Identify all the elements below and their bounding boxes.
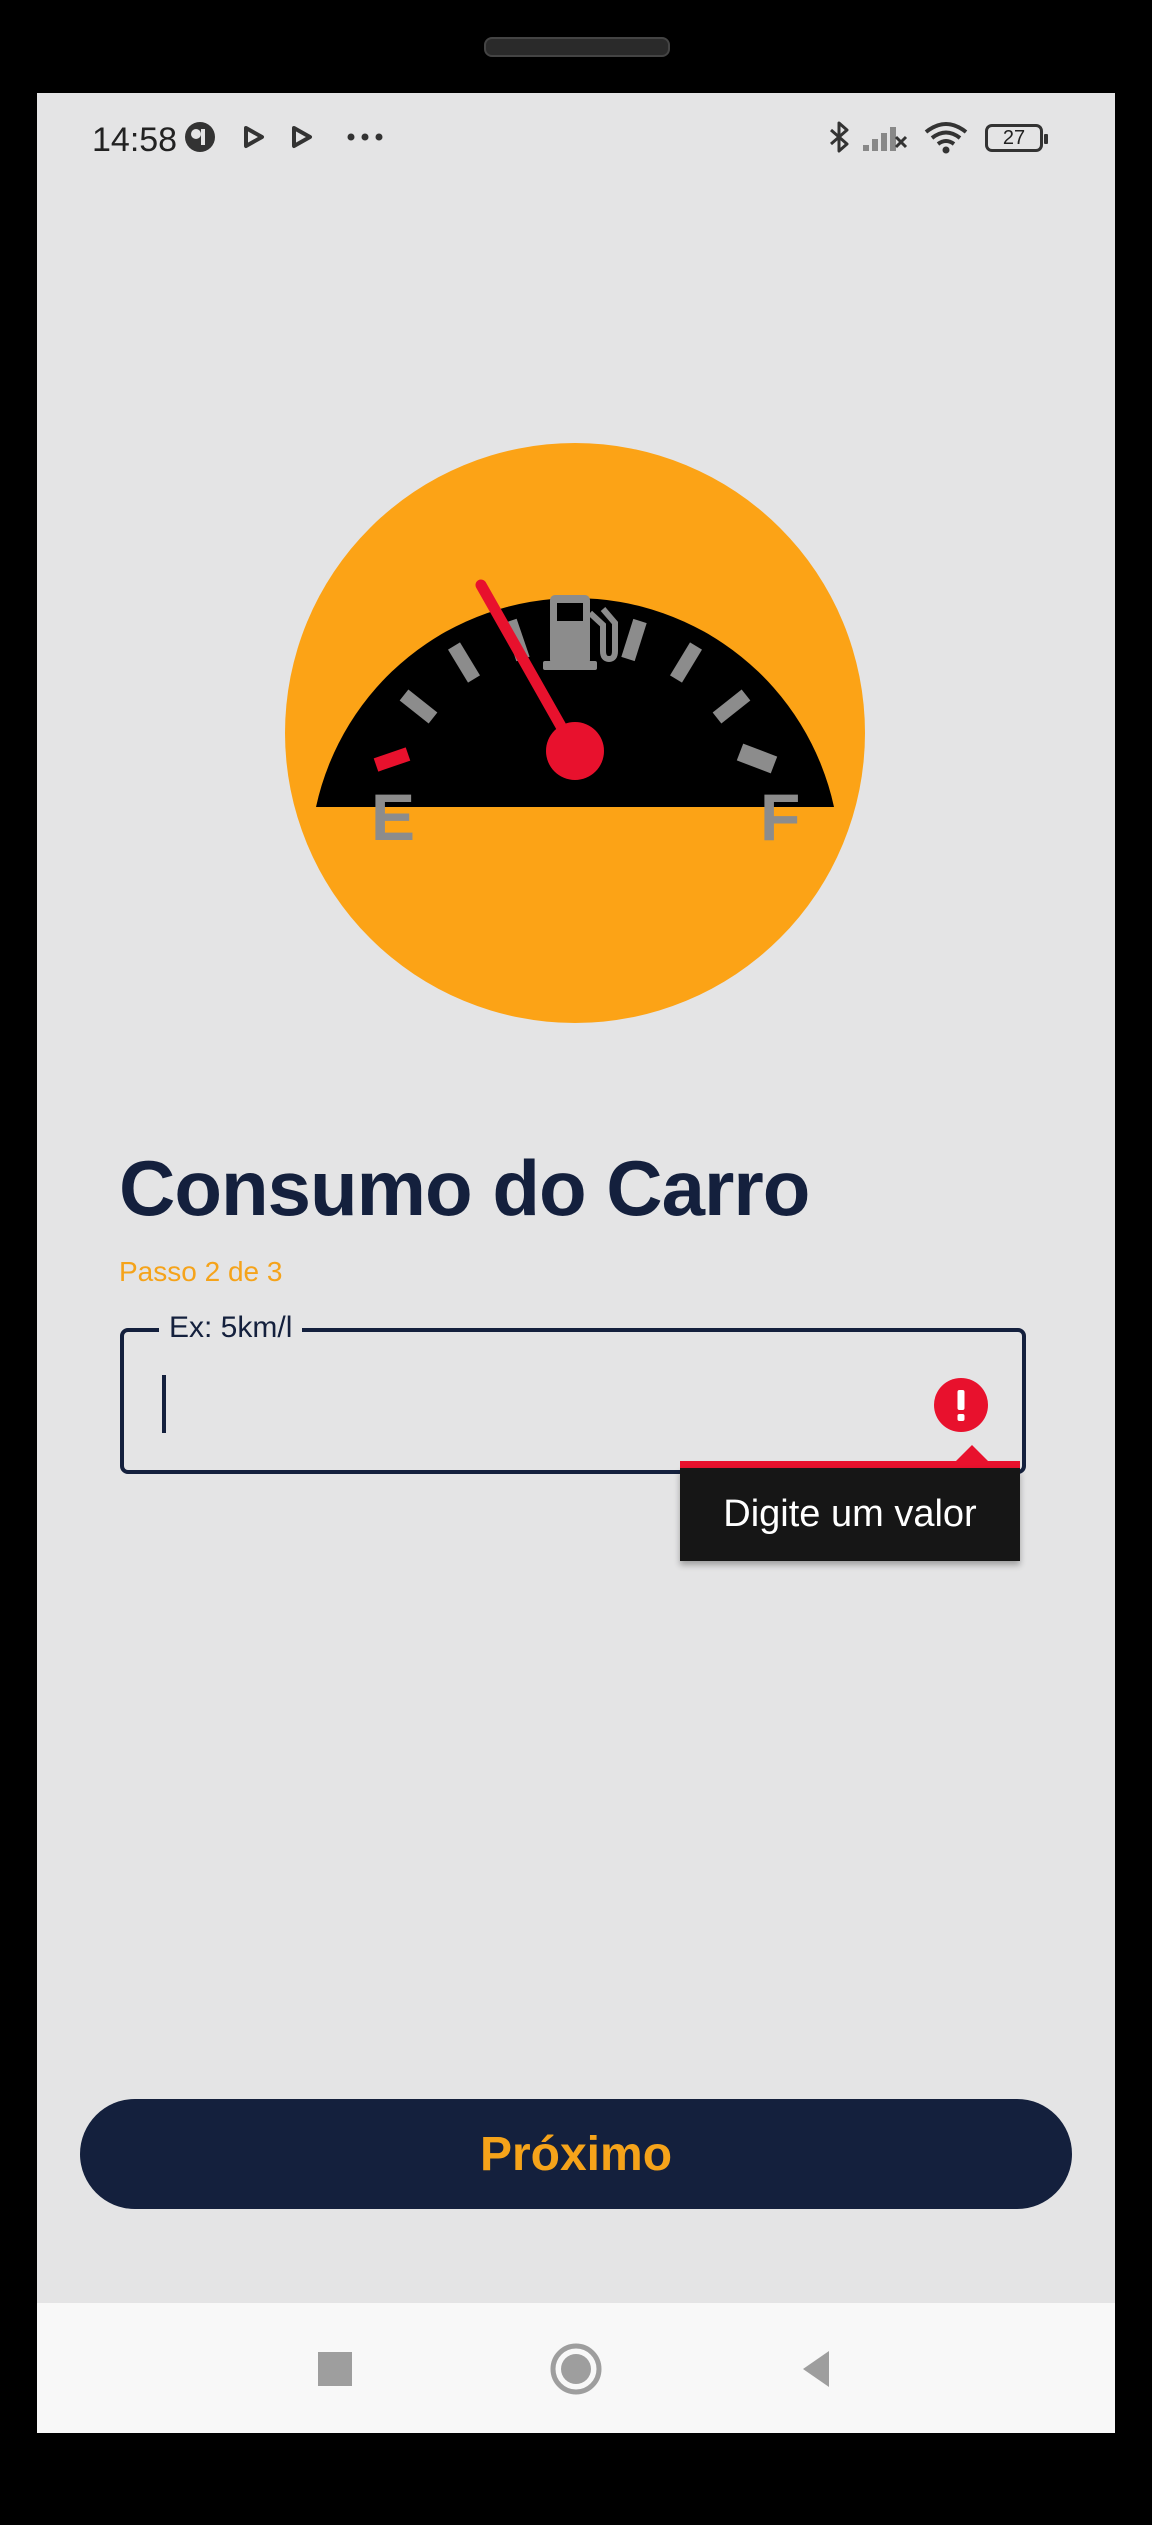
- status-bar: 14:58 27: [37, 93, 1115, 193]
- tooltip-arrow: [956, 1445, 988, 1461]
- more-dots-icon: [347, 133, 383, 141]
- speaker-grille: [484, 37, 670, 57]
- page-title: Consumo do Carro: [119, 1144, 810, 1232]
- step-indicator: Passo 2 de 3: [119, 1256, 283, 1287]
- bluetooth-icon: [830, 121, 849, 153]
- error-tooltip: Digite um valor: [680, 1445, 1020, 1561]
- signal-icon: [863, 127, 908, 151]
- home-circle-icon[interactable]: [548, 2341, 604, 2397]
- back-triangle-icon[interactable]: [789, 2341, 845, 2397]
- consumption-input[interactable]: [120, 1328, 1026, 1474]
- fuel-gauge-illustration: E F: [285, 443, 865, 1023]
- consumption-input-label: Ex: 5km/l: [159, 1311, 303, 1345]
- navigation-bar: [37, 2303, 1115, 2433]
- app-icon: [185, 122, 215, 152]
- gauge-tick-full: [736, 743, 778, 774]
- battery-icon: 27: [985, 124, 1048, 152]
- wifi-icon: [924, 122, 968, 154]
- gauge-needle-hub: [546, 722, 604, 780]
- text-cursor: [162, 1375, 166, 1433]
- tooltip-error-bar: [680, 1461, 1020, 1468]
- screen: 14:58 27 E F Consumo do Carro Passo 2 de…: [37, 93, 1115, 2433]
- next-button[interactable]: Próximo: [80, 2099, 1072, 2209]
- battery-level: 27: [1002, 127, 1026, 149]
- gauge-full-label: F: [760, 780, 800, 854]
- play-icon: [244, 126, 264, 148]
- recents-square-icon[interactable]: [307, 2341, 363, 2397]
- gauge-empty-label: E: [371, 780, 415, 854]
- status-time: 14:58: [92, 121, 178, 159]
- error-message: Digite um valor: [680, 1468, 1020, 1561]
- play-icon: [292, 126, 312, 148]
- error-alert-icon[interactable]: [934, 1378, 988, 1432]
- phone-frame: 14:58 27 E F Consumo do Carro Passo 2 de…: [0, 0, 1152, 2525]
